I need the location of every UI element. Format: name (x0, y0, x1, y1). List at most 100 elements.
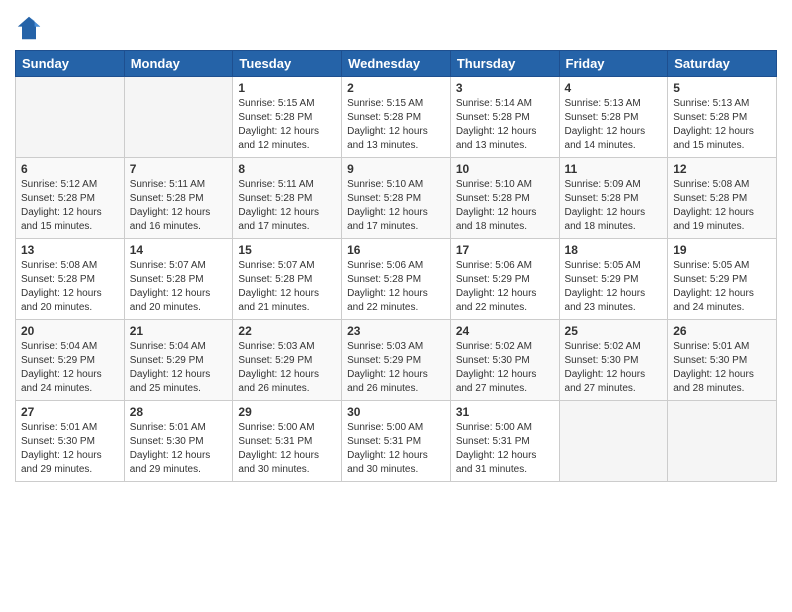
header-row: SundayMondayTuesdayWednesdayThursdayFrid… (16, 51, 777, 77)
day-number: 12 (673, 162, 771, 176)
day-info: Sunrise: 5:05 AMSunset: 5:29 PMDaylight:… (673, 259, 771, 315)
calendar-cell: 26Sunrise: 5:01 AMSunset: 5:30 PMDayligh… (668, 320, 777, 401)
calendar-cell: 3 Sunrise: 5:14 AMSunset: 5:28 PMDaylight… (450, 77, 559, 158)
day-number: 23 (347, 324, 445, 338)
day-header-sunday: Sunday (16, 51, 125, 77)
day-info: Sunrise: 5:04 AMSunset: 5:29 PMDaylight:… (130, 340, 228, 396)
calendar-cell: 19 Sunrise: 5:05 AMSunset: 5:29 PMDayligh… (668, 239, 777, 320)
day-number: 14 (130, 243, 228, 257)
day-number: 11 (565, 162, 663, 176)
day-info: Sunrise: 5:07 AMSunset: 5:28 PMDaylight:… (130, 259, 228, 315)
calendar-cell (559, 401, 668, 482)
day-info: Sunrise: 5:09 AMSunset: 5:28 PMDaylight:… (565, 178, 663, 234)
week-row-1: 1 Sunrise: 5:15 AMSunset: 5:28 PMDaylight… (16, 77, 777, 158)
day-number: 28 (130, 405, 228, 419)
week-row-5: 27 Sunrise: 5:01 AMSunset: 5:30 PMDayligh… (16, 401, 777, 482)
day-info: Sunrise: 5:15 AMSunset: 5:28 PMDaylight:… (238, 97, 336, 153)
calendar-cell: 12 Sunrise: 5:08 AMSunset: 5:28 PMDayligh… (668, 158, 777, 239)
logo (15, 14, 47, 42)
calendar-cell: 7Sunrise: 5:11 AMSunset: 5:28 PMDaylight… (124, 158, 233, 239)
calendar-cell: 22Sunrise: 5:03 AMSunset: 5:29 PMDayligh… (233, 320, 342, 401)
day-number: 1 (238, 81, 336, 95)
calendar-table: SundayMondayTuesdayWednesdayThursdayFrid… (15, 50, 777, 482)
day-info: Sunrise: 5:13 AMSunset: 5:28 PMDaylight:… (673, 97, 771, 153)
day-number: 25 (565, 324, 663, 338)
calendar-cell: 9 Sunrise: 5:10 AMSunset: 5:28 PMDaylight… (342, 158, 451, 239)
day-info: Sunrise: 5:00 AMSunset: 5:31 PMDaylight:… (456, 421, 554, 477)
day-info: Sunrise: 5:05 AMSunset: 5:29 PMDaylight:… (565, 259, 663, 315)
day-info: Sunrise: 5:01 AMSunset: 5:30 PMDaylight:… (130, 421, 228, 477)
calendar-cell: 13 Sunrise: 5:08 AMSunset: 5:28 PMDayligh… (16, 239, 125, 320)
calendar-cell: 31 Sunrise: 5:00 AMSunset: 5:31 PMDayligh… (450, 401, 559, 482)
calendar-cell: 27 Sunrise: 5:01 AMSunset: 5:30 PMDayligh… (16, 401, 125, 482)
day-header-thursday: Thursday (450, 51, 559, 77)
calendar-cell: 6 Sunrise: 5:12 AMSunset: 5:28 PMDaylight… (16, 158, 125, 239)
day-header-wednesday: Wednesday (342, 51, 451, 77)
day-number: 26 (673, 324, 771, 338)
calendar-cell: 17 Sunrise: 5:06 AMSunset: 5:29 PMDayligh… (450, 239, 559, 320)
day-info: Sunrise: 5:00 AMSunset: 5:31 PMDaylight:… (238, 421, 336, 477)
day-number: 31 (456, 405, 554, 419)
calendar-cell (16, 77, 125, 158)
week-row-3: 13 Sunrise: 5:08 AMSunset: 5:28 PMDayligh… (16, 239, 777, 320)
day-number: 3 (456, 81, 554, 95)
day-number: 22 (238, 324, 336, 338)
logo-icon (15, 14, 43, 42)
calendar-cell: 24Sunrise: 5:02 AMSunset: 5:30 PMDayligh… (450, 320, 559, 401)
calendar-cell (124, 77, 233, 158)
calendar-cell: 21 Sunrise: 5:04 AMSunset: 5:29 PMDayligh… (124, 320, 233, 401)
calendar-cell: 25 Sunrise: 5:02 AMSunset: 5:30 PMDayligh… (559, 320, 668, 401)
day-info: Sunrise: 5:15 AMSunset: 5:28 PMDaylight:… (347, 97, 445, 153)
day-info: Sunrise: 5:11 AMSunset: 5:28 PMDaylight:… (238, 178, 336, 234)
day-info: Sunrise: 5:01 AMSunset: 5:30 PMDaylight:… (21, 421, 119, 477)
calendar-cell: 1 Sunrise: 5:15 AMSunset: 5:28 PMDaylight… (233, 77, 342, 158)
week-row-2: 6 Sunrise: 5:12 AMSunset: 5:28 PMDaylight… (16, 158, 777, 239)
day-info: Sunrise: 5:08 AMSunset: 5:28 PMDaylight:… (673, 178, 771, 234)
calendar-cell: 8 Sunrise: 5:11 AMSunset: 5:28 PMDaylight… (233, 158, 342, 239)
day-info: Sunrise: 5:10 AMSunset: 5:28 PMDaylight:… (456, 178, 554, 234)
day-number: 27 (21, 405, 119, 419)
day-info: Sunrise: 5:02 AMSunset: 5:30 PMDaylight:… (565, 340, 663, 396)
day-info: Sunrise: 5:10 AMSunset: 5:28 PMDaylight:… (347, 178, 445, 234)
day-number: 16 (347, 243, 445, 257)
day-number: 8 (238, 162, 336, 176)
day-number: 2 (347, 81, 445, 95)
calendar-cell: 10Sunrise: 5:10 AMSunset: 5:28 PMDayligh… (450, 158, 559, 239)
day-number: 17 (456, 243, 554, 257)
day-info: Sunrise: 5:12 AMSunset: 5:28 PMDaylight:… (21, 178, 119, 234)
day-number: 20 (21, 324, 119, 338)
day-number: 21 (130, 324, 228, 338)
day-number: 5 (673, 81, 771, 95)
day-header-saturday: Saturday (668, 51, 777, 77)
day-info: Sunrise: 5:00 AMSunset: 5:31 PMDaylight:… (347, 421, 445, 477)
calendar-cell: 29 Sunrise: 5:00 AMSunset: 5:31 PMDayligh… (233, 401, 342, 482)
day-info: Sunrise: 5:02 AMSunset: 5:30 PMDaylight:… (456, 340, 554, 396)
calendar-cell: 14 Sunrise: 5:07 AMSunset: 5:28 PMDayligh… (124, 239, 233, 320)
calendar-cell: 28 Sunrise: 5:01 AMSunset: 5:30 PMDayligh… (124, 401, 233, 482)
day-number: 9 (347, 162, 445, 176)
day-info: Sunrise: 5:06 AMSunset: 5:29 PMDaylight:… (456, 259, 554, 315)
calendar-cell: 20Sunrise: 5:04 AMSunset: 5:29 PMDayligh… (16, 320, 125, 401)
calendar-cell: 30 Sunrise: 5:00 AMSunset: 5:31 PMDayligh… (342, 401, 451, 482)
day-number: 19 (673, 243, 771, 257)
day-number: 30 (347, 405, 445, 419)
day-info: Sunrise: 5:06 AMSunset: 5:28 PMDaylight:… (347, 259, 445, 315)
day-number: 15 (238, 243, 336, 257)
calendar-cell: 5 Sunrise: 5:13 AMSunset: 5:28 PMDaylight… (668, 77, 777, 158)
calendar-cell: 4 Sunrise: 5:13 AMSunset: 5:28 PMDaylight… (559, 77, 668, 158)
day-number: 29 (238, 405, 336, 419)
page-header (15, 10, 777, 42)
calendar-cell (668, 401, 777, 482)
calendar-cell: 11 Sunrise: 5:09 AMSunset: 5:28 PMDayligh… (559, 158, 668, 239)
calendar-cell: 15Sunrise: 5:07 AMSunset: 5:28 PMDayligh… (233, 239, 342, 320)
day-number: 6 (21, 162, 119, 176)
day-number: 13 (21, 243, 119, 257)
calendar-cell: 18Sunrise: 5:05 AMSunset: 5:29 PMDayligh… (559, 239, 668, 320)
day-number: 7 (130, 162, 228, 176)
day-info: Sunrise: 5:08 AMSunset: 5:28 PMDaylight:… (21, 259, 119, 315)
calendar-cell: 2 Sunrise: 5:15 AMSunset: 5:28 PMDaylight… (342, 77, 451, 158)
day-info: Sunrise: 5:14 AMSunset: 5:28 PMDaylight:… (456, 97, 554, 153)
day-number: 4 (565, 81, 663, 95)
day-info: Sunrise: 5:13 AMSunset: 5:28 PMDaylight:… (565, 97, 663, 153)
day-header-friday: Friday (559, 51, 668, 77)
